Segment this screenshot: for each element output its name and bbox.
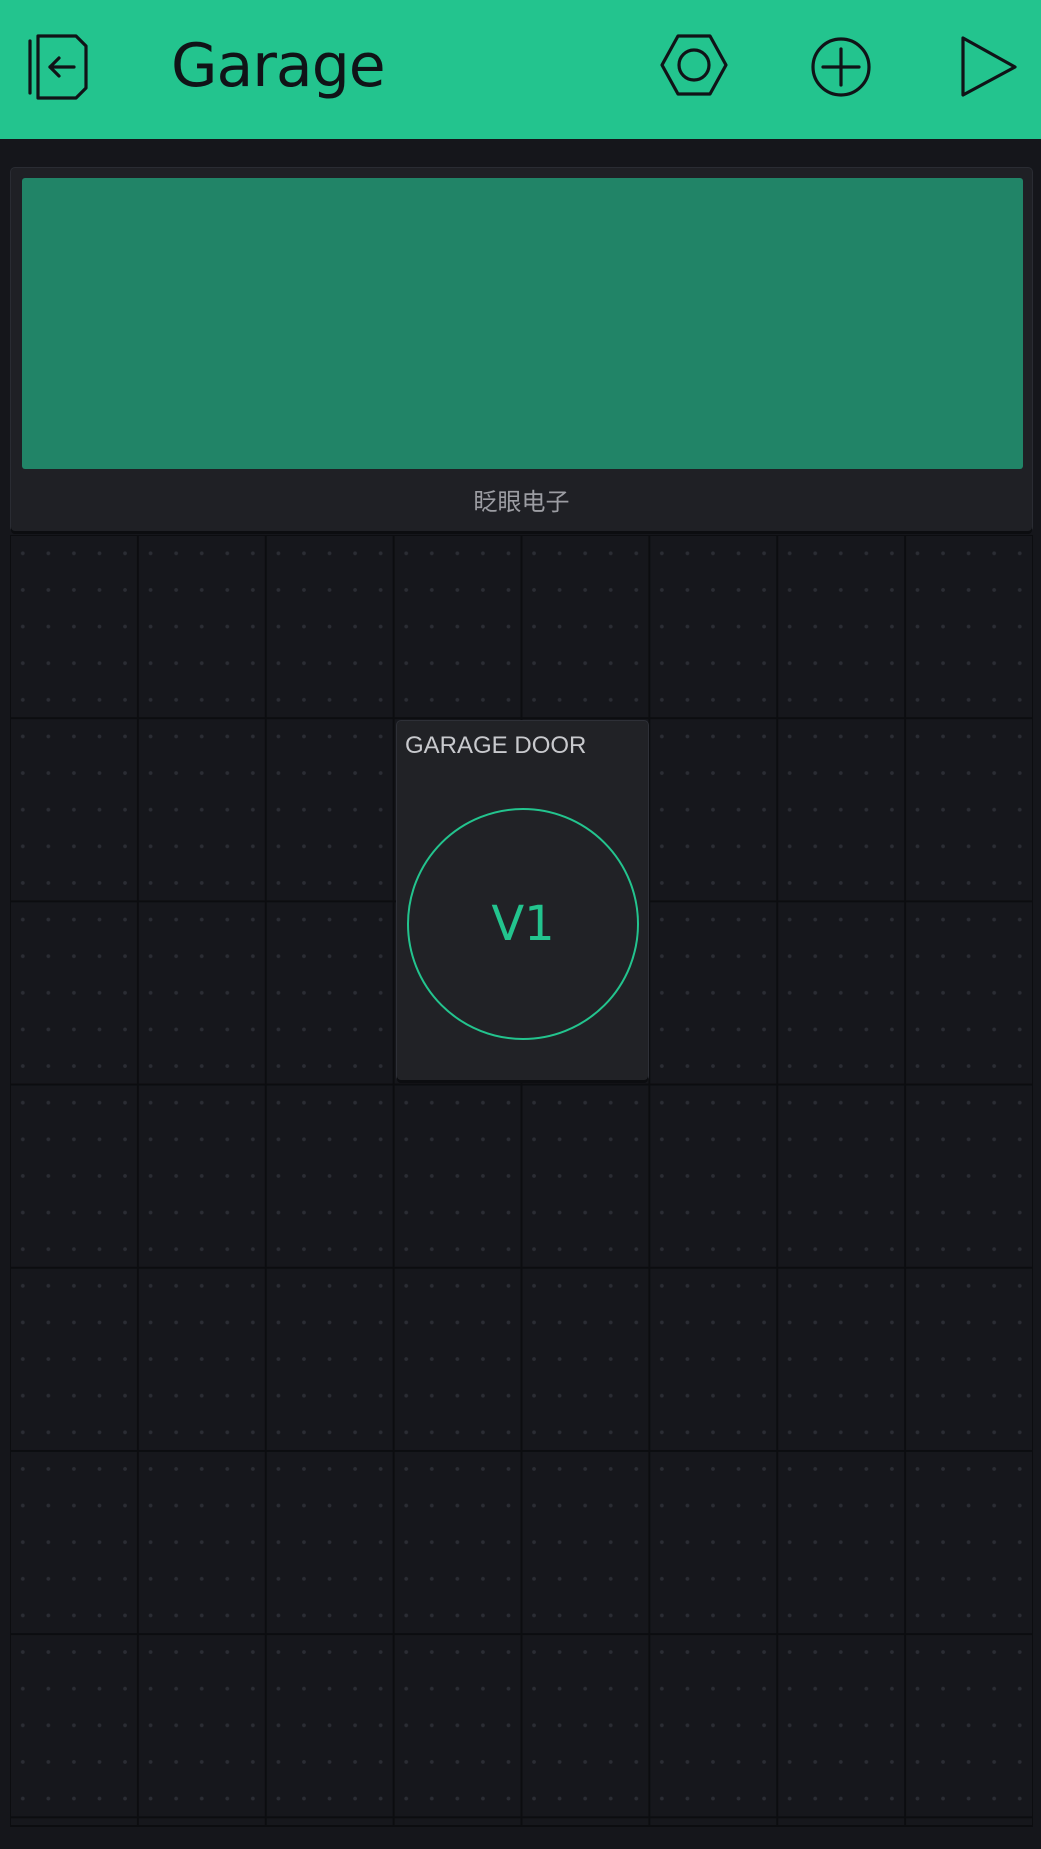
lcd-label: 眨眼电子 [473, 488, 570, 516]
play-button[interactable] [950, 27, 1030, 107]
page-title: Garage [171, 31, 386, 101]
lcd-screen [22, 178, 1023, 469]
garage-door-button[interactable]: V1 [407, 808, 639, 1040]
button-pin-label: V1 [491, 896, 555, 952]
play-triangle-icon [961, 36, 1017, 97]
back-button[interactable] [16, 27, 96, 107]
hexagon-nut-icon [660, 34, 728, 96]
add-widget-button[interactable] [801, 27, 881, 107]
lcd-widget[interactable]: 眨眼电子 [11, 168, 1032, 531]
button-label: GARAGE DOOR [405, 732, 587, 759]
exit-to-left-icon [28, 34, 88, 100]
plus-circle-icon [811, 37, 871, 97]
settings-button[interactable] [654, 27, 734, 107]
app-header: Garage [0, 0, 1041, 139]
garage-door-button-widget[interactable]: GARAGE DOOR V1 [397, 721, 648, 1080]
